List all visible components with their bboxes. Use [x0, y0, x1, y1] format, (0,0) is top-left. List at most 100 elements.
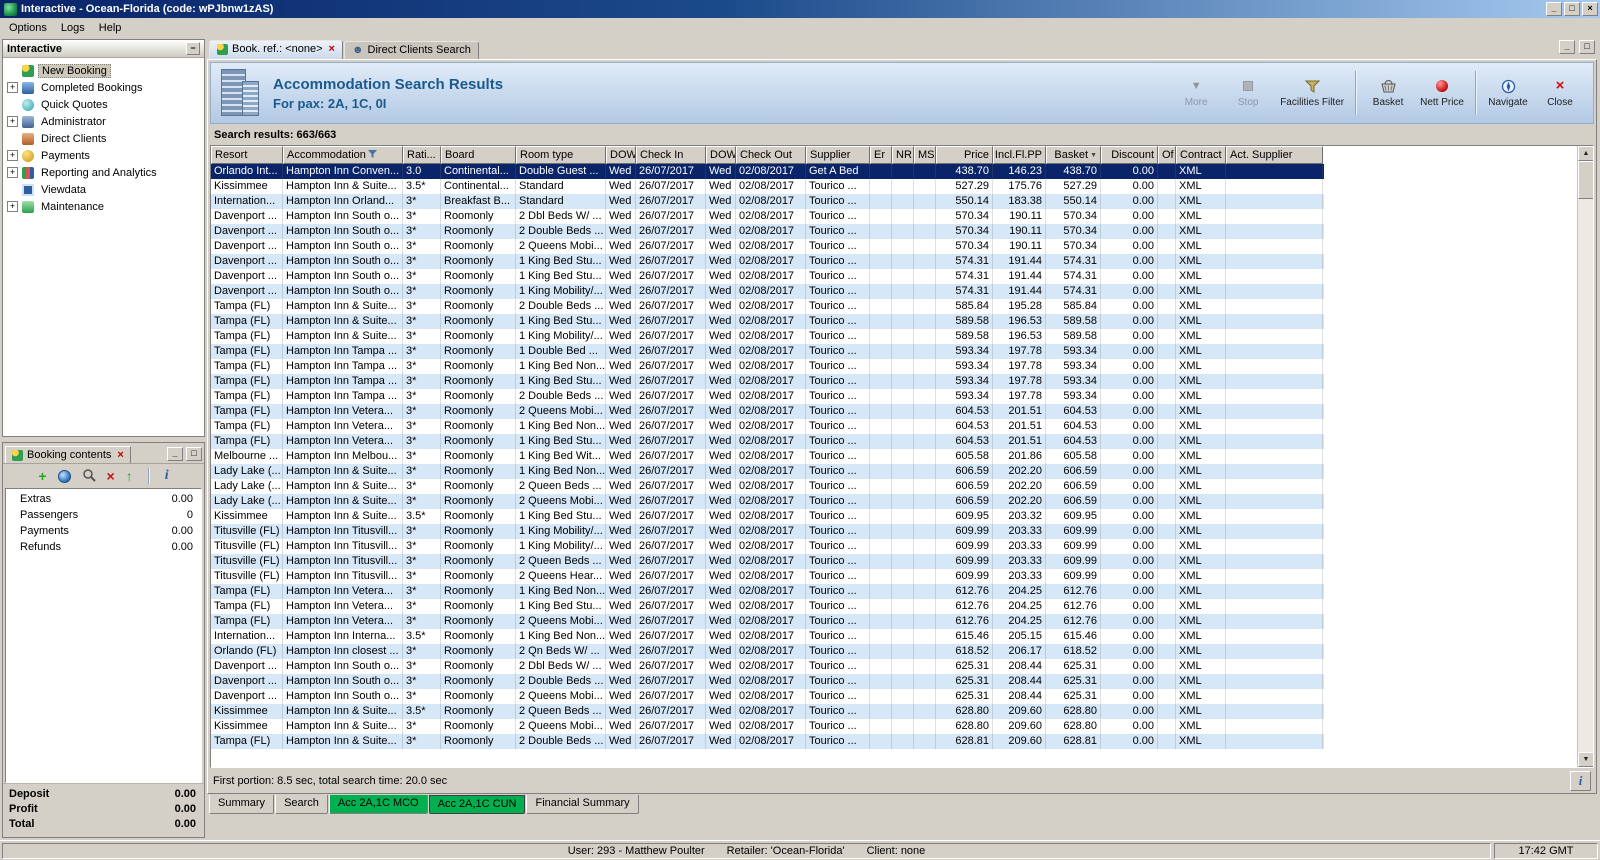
table-row[interactable]: Davenport ... Hampton Inn South o... 3* Roo… [211, 284, 1324, 299]
table-row[interactable]: Davenport ... Hampton Inn South o... 3* Roo… [211, 269, 1324, 284]
table-row[interactable]: Tampa (FL) Hampton Inn & Suite... 3* Roomon… [211, 299, 1324, 314]
table-row[interactable]: Tampa (FL) Hampton Inn Vetera... 3* Roomonl… [211, 404, 1324, 419]
bottom-tab-acc-2a-1c-cun[interactable]: Acc 2A,1C CUN [428, 795, 526, 814]
table-row[interactable]: Titusville (FL) Hampton Inn Titusvill... 3… [211, 524, 1324, 539]
sidebar-item-direct-clients[interactable]: Direct Clients [3, 130, 204, 147]
table-row[interactable]: Tampa (FL) Hampton Inn Vetera... 3* Roomonl… [211, 419, 1324, 434]
close-window-button[interactable]: × [1582, 2, 1598, 16]
table-row[interactable]: Davenport ... Hampton Inn South o... 3* Roo… [211, 224, 1324, 239]
column-header-act-supplier[interactable]: Act. Supplier [1226, 146, 1323, 164]
sidebar-item-maintenance[interactable]: + Maintenance [3, 198, 204, 215]
info-icon[interactable]: i [165, 468, 169, 484]
column-header-basket[interactable]: Basket ▼ [1046, 146, 1101, 164]
add-item-icon[interactable]: + [38, 469, 46, 483]
scroll-thumb[interactable] [1578, 161, 1593, 199]
search-basket-icon[interactable] [82, 468, 96, 485]
table-row[interactable]: Orlando Int... Hampton Inn Conven... 3.0 Co… [211, 164, 1324, 179]
scroll-down-icon[interactable]: ▼ [1578, 752, 1593, 767]
filter-funnel-icon[interactable] [367, 149, 377, 161]
table-row[interactable]: Titusville (FL) Hampton Inn Titusvill... 3… [211, 569, 1324, 584]
sidebar-item-payments[interactable]: + Payments [3, 147, 204, 164]
table-row[interactable]: Davenport ... Hampton Inn South o... 3* Roo… [211, 209, 1324, 224]
menu-help[interactable]: Help [92, 21, 129, 35]
table-row[interactable]: Tampa (FL) Hampton Inn Vetera... 3* Roomonl… [211, 599, 1324, 614]
table-row[interactable]: Kissimmee Hampton Inn & Suite... 3* Roomonl… [211, 719, 1324, 734]
info-button[interactable]: i [1570, 770, 1591, 791]
bottom-tab-financial-summary[interactable]: Financial Summary [526, 795, 639, 814]
globe-icon[interactable] [57, 469, 71, 483]
table-row[interactable]: Tampa (FL) Hampton Inn & Suite... 3* Roomon… [211, 329, 1324, 344]
sidebar-item-viewdata[interactable]: Viewdata [3, 181, 204, 198]
column-header-discount[interactable]: Discount [1101, 146, 1158, 164]
table-row[interactable]: Lady Lake (... Hampton Inn & Suite... 3* Ro… [211, 464, 1324, 479]
column-header-dow[interactable]: DOW [706, 146, 736, 164]
column-header-check-out[interactable]: Check Out [736, 146, 806, 164]
panel-restore-button[interactable]: □ [186, 447, 202, 461]
booking-contents-row[interactable]: Passengers 0 [6, 507, 201, 523]
table-row[interactable]: Davenport ... Hampton Inn South o... 3* Roo… [211, 254, 1324, 269]
column-header-supplier[interactable]: Supplier [806, 146, 870, 164]
sidebar-item-quick-quotes[interactable]: Quick Quotes [3, 96, 204, 113]
expand-icon[interactable]: + [7, 167, 18, 178]
table-row[interactable]: Kissimmee Hampton Inn & Suite... 3.5* Conti… [211, 179, 1324, 194]
minimize-button[interactable]: _ [1546, 2, 1562, 16]
close-button[interactable]: × Close [1535, 66, 1585, 120]
column-header-rati[interactable]: Rati... [403, 146, 441, 164]
delete-item-icon[interactable]: × [107, 469, 115, 483]
column-header-check-in[interactable]: Check In [636, 146, 706, 164]
navigate-button[interactable]: Navigate [1483, 66, 1533, 120]
table-row[interactable]: Tampa (FL) Hampton Inn Tampa ... 3* Roomonl… [211, 374, 1324, 389]
table-row[interactable]: Kissimmee Hampton Inn & Suite... 3.5* Roomo… [211, 509, 1324, 524]
booking-contents-row[interactable]: Refunds 0.00 [6, 539, 201, 555]
column-header-price[interactable]: Price [936, 146, 993, 164]
table-row[interactable]: Tampa (FL) Hampton Inn Tampa ... 3* Roomonl… [211, 389, 1324, 404]
booking-contents-tab[interactable]: Booking contents × [5, 446, 131, 463]
table-row[interactable]: Davenport ... Hampton Inn South o... 3* Roo… [211, 659, 1324, 674]
column-header-er[interactable]: Er [870, 146, 892, 164]
table-row[interactable]: Tampa (FL) Hampton Inn & Suite... 3* Roomon… [211, 734, 1324, 749]
column-header-room-type[interactable]: Room type [516, 146, 606, 164]
panel-minimize-button[interactable]: _ [167, 447, 183, 461]
panel-collapse-button[interactable]: − [186, 42, 200, 55]
table-row[interactable]: Internation... Hampton Inn Interna... 3.5*… [211, 629, 1324, 644]
column-header-accommodation[interactable]: Accommodation [283, 146, 403, 164]
column-header-ms[interactable]: MS [914, 146, 936, 164]
table-row[interactable]: Tampa (FL) Hampton Inn Tampa ... 3* Roomonl… [211, 359, 1324, 374]
table-row[interactable]: Kissimmee Hampton Inn & Suite... 3.5* Roomo… [211, 704, 1324, 719]
menu-options[interactable]: Options [2, 21, 54, 35]
expand-icon[interactable]: + [7, 201, 18, 212]
column-header-resort[interactable]: Resort [211, 146, 283, 164]
basket-button[interactable]: Basket [1363, 66, 1413, 120]
move-up-icon[interactable]: ↑ [126, 469, 133, 483]
table-row[interactable]: Internation... Hampton Inn Orland... 3* Bre… [211, 194, 1324, 209]
column-header-dow[interactable]: DOW [606, 146, 636, 164]
expand-icon[interactable]: + [7, 150, 18, 161]
table-row[interactable]: Davenport ... Hampton Inn South o... 3* Roo… [211, 689, 1324, 704]
table-row[interactable]: Lady Lake (... Hampton Inn & Suite... 3* Ro… [211, 494, 1324, 509]
bottom-tab-acc-2a-1c-mco[interactable]: Acc 2A,1C MCO [328, 795, 428, 814]
sidebar-item-reporting-and-analytics[interactable]: + Reporting and Analytics [3, 164, 204, 181]
table-row[interactable]: Tampa (FL) Hampton Inn & Suite... 3* Roomon… [211, 314, 1324, 329]
expand-icon[interactable]: + [7, 82, 18, 93]
table-row[interactable]: Titusville (FL) Hampton Inn Titusvill... 3… [211, 539, 1324, 554]
bottom-tab-search[interactable]: Search [275, 795, 328, 814]
table-row[interactable]: Tampa (FL) Hampton Inn Tampa ... 3* Roomonl… [211, 344, 1324, 359]
nett-price-button[interactable]: Nett Price [1415, 66, 1469, 120]
table-row[interactable]: Davenport ... Hampton Inn South o... 3* Roo… [211, 239, 1324, 254]
sidebar-item-new-booking[interactable]: New Booking [3, 62, 204, 79]
tab-direct-clients-search[interactable]: ☻ Direct Clients Search [343, 41, 479, 59]
menu-logs[interactable]: Logs [54, 21, 92, 35]
sidebar-item-completed-bookings[interactable]: + Completed Bookings [3, 79, 204, 96]
scroll-up-icon[interactable]: ▲ [1578, 146, 1593, 161]
mdi-restore-button[interactable]: □ [1579, 40, 1595, 54]
facilities-filter-button[interactable]: Facilities Filter [1275, 66, 1349, 120]
column-header-board[interactable]: Board [441, 146, 516, 164]
maximize-button[interactable]: □ [1564, 2, 1580, 16]
table-row[interactable]: Davenport ... Hampton Inn South o... 3* Roo… [211, 674, 1324, 689]
column-header-nr[interactable]: NR [892, 146, 914, 164]
booking-contents-row[interactable]: Payments 0.00 [6, 523, 201, 539]
table-row[interactable]: Lady Lake (... Hampton Inn & Suite... 3* Ro… [211, 479, 1324, 494]
tab-close-icon[interactable]: × [327, 43, 335, 54]
expand-icon[interactable]: + [7, 116, 18, 127]
bottom-tab-summary[interactable]: Summary [209, 795, 275, 814]
